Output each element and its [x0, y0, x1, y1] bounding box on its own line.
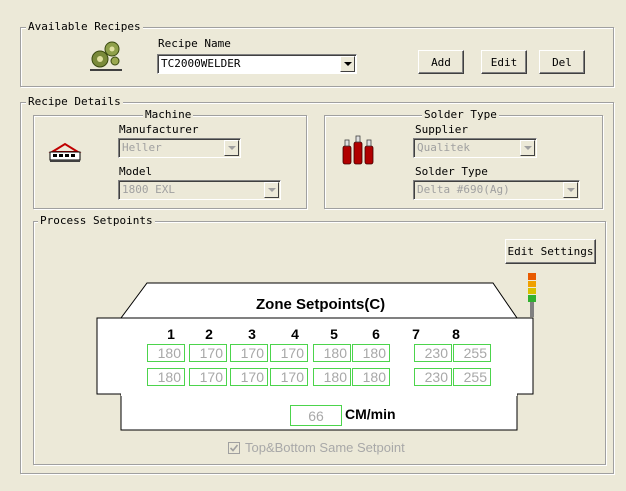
zone-number: 3	[248, 326, 256, 342]
top-zone-setpoint-2[interactable]: 170	[189, 344, 227, 362]
zone-number: 6	[372, 326, 380, 342]
checkmark-icon	[229, 444, 239, 452]
zone-setpoints-title: Zone Setpoints(C)	[256, 296, 386, 313]
top-zone-setpoint-7[interactable]: 230	[414, 344, 452, 362]
zone-number: 4	[291, 326, 299, 342]
zone-number: 5	[330, 326, 338, 342]
bottom-zone-setpoint-8[interactable]: 255	[453, 368, 491, 386]
zone-number: 1	[167, 326, 175, 342]
zone-number: 7	[412, 326, 420, 342]
zone-number: 2	[205, 326, 213, 342]
bottom-zone-setpoint-2[interactable]: 170	[189, 368, 227, 386]
top-zone-setpoint-1[interactable]: 180	[147, 344, 185, 362]
top-zone-setpoint-4[interactable]: 170	[270, 344, 308, 362]
same-setpoint-label: Top&Bottom Same Setpoint	[245, 440, 405, 455]
top-zone-setpoint-8[interactable]: 255	[453, 344, 491, 362]
conveyor-speed-input[interactable]: 66	[290, 405, 342, 426]
bottom-zone-setpoint-6[interactable]: 180	[352, 368, 390, 386]
bottom-zone-setpoint-1[interactable]: 180	[147, 368, 185, 386]
bottom-zone-setpoint-3[interactable]: 170	[230, 368, 268, 386]
top-zone-setpoint-6[interactable]: 180	[352, 344, 390, 362]
same-setpoint-checkbox[interactable]	[228, 442, 240, 454]
top-zone-setpoint-3[interactable]: 170	[230, 344, 268, 362]
bottom-zone-setpoint-4[interactable]: 170	[270, 368, 308, 386]
bottom-zone-setpoint-7[interactable]: 230	[414, 368, 452, 386]
top-zone-setpoint-5[interactable]: 180	[313, 344, 351, 362]
conveyor-speed-unit: CM/min	[345, 406, 396, 422]
zone-number: 8	[452, 326, 460, 342]
bottom-zone-setpoint-5[interactable]: 180	[313, 368, 351, 386]
